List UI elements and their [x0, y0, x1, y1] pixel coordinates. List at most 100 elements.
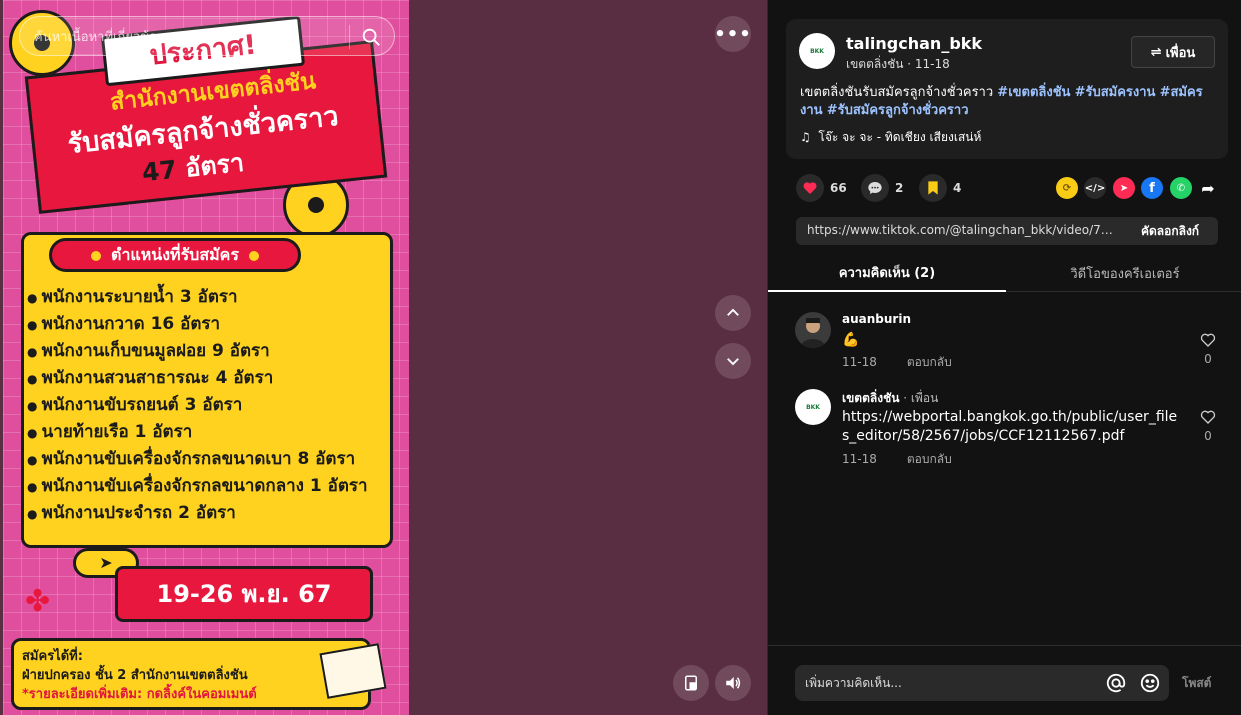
- author-username[interactable]: talingchan_bkk: [846, 34, 982, 53]
- comment-like-button[interactable]: [1199, 332, 1217, 352]
- heart-icon: [803, 182, 817, 194]
- comment-text: 💪: [842, 332, 860, 348]
- details-panel: BKK talingchan_bkk เขตตลิ่งชัน · 11-18 ⇌…: [767, 0, 1241, 715]
- save-button[interactable]: 4: [919, 173, 961, 203]
- comment-input[interactable]: [805, 673, 1095, 693]
- post-info-card: BKK talingchan_bkk เขตตลิ่งชัน · 11-18 ⇌…: [786, 19, 1228, 159]
- commenter-name[interactable]: เขตตลิ่งชัน · เพื่อน: [842, 389, 938, 408]
- video-frame: ประกาศ! สำนักงานเขตตลิ่งชัน รับสมัครลูกจ…: [3, 0, 409, 715]
- position-item: พนักงานสวนสาธารณะ 4 อัตรา: [27, 365, 368, 392]
- district-logo-icon: BKK: [806, 403, 820, 411]
- description-text: เขตตลิ่งชันรับสมัครลูกจ้างชั่วคราว: [800, 85, 998, 100]
- like-button[interactable]: 66: [796, 173, 847, 203]
- embed-icon[interactable]: </>: [1084, 177, 1106, 199]
- comment-meta: 11-18 ตอบกลับ: [842, 353, 952, 372]
- swap-icon: ⇌: [1150, 44, 1162, 60]
- sparkle-icon: ✤: [25, 584, 51, 619]
- comment-icon: [868, 182, 882, 194]
- comment-meta: 11-18 ตอบกลับ: [842, 450, 952, 469]
- friends-button[interactable]: ⇌ เพื่อน: [1131, 36, 1215, 68]
- position-item: พนักงานประจำรถ 2 อัตรา: [27, 500, 368, 527]
- district-logo-icon: BKK: [810, 47, 824, 55]
- reply-button[interactable]: ตอบกลับ: [907, 355, 952, 369]
- reply-button[interactable]: ตอบกลับ: [907, 452, 952, 466]
- like-count: 66: [830, 181, 847, 195]
- hashtag-link[interactable]: #รับสมัครลูกจ้างชั่วคราว: [827, 103, 969, 118]
- whatsapp-icon[interactable]: ✆: [1170, 177, 1192, 199]
- save-count: 4: [953, 181, 962, 195]
- count-unit: อัตรา: [183, 147, 246, 183]
- author-avatar[interactable]: BKK: [799, 33, 835, 69]
- commenter-avatar[interactable]: [795, 312, 831, 348]
- positions-list: พนักงานระบายน้ำ 3 อัตรา พนักงานกวาด 16 อ…: [27, 284, 368, 527]
- position-item: พนักงานกวาด 16 อัตรา: [27, 311, 368, 338]
- music-note-icon: ♫: [800, 130, 811, 144]
- pip-icon: [685, 675, 697, 691]
- post-description: เขตตลิ่งชันรับสมัครลูกจ้างชั่วคราว #เขตต…: [800, 84, 1220, 120]
- positions-header: ตำแหน่งที่รับสมัคร: [49, 238, 301, 272]
- tab-creator-videos[interactable]: วิดีโอของครีเอเตอร์: [1006, 255, 1241, 292]
- position-item: พนักงานขับเครื่องจักรกลขนาดกลาง 1 อัตรา: [27, 473, 368, 500]
- share-link-bar: https://www.tiktok.com/@talingchan_bkk/v…: [796, 217, 1218, 245]
- mention-icon[interactable]: [1105, 672, 1127, 694]
- hashtag-link[interactable]: #เขตตลิ่งชัน: [997, 85, 1070, 100]
- position-item: พนักงานขับเครื่องจักรกลขนาดเบา 8 อัตรา: [27, 446, 368, 473]
- facebook-icon[interactable]: f: [1141, 177, 1163, 199]
- video-player[interactable]: ประกาศ! สำนักงานเขตตลิ่งชัน รับสมัครลูกจ…: [0, 0, 767, 715]
- tiktok-video-page: ประกาศ! สำนักงานเขตตลิ่งชัน รับสมัครลูกจ…: [0, 0, 1241, 715]
- apply-place: ฝ่ายปกครอง ชั้น 2 สำนักงานเขตตลิ่งชัน: [22, 668, 248, 683]
- comment-date: 11-18: [842, 452, 877, 466]
- comment-count: 2: [895, 181, 904, 195]
- comment-item: auanburin 💪 11-18 ตอบกลับ 0: [795, 312, 1225, 372]
- tab-comments[interactable]: ความคิดเห็น (2): [768, 255, 1006, 292]
- position-item: พนักงานขับรถยนต์ 3 อัตรา: [27, 392, 368, 419]
- comment-like-count: 0: [1204, 429, 1212, 443]
- music-info[interactable]: ♫ โจ๊ะ จะ จะ - ทิดเชียง เสียงเสน่ห์: [800, 128, 981, 147]
- apply-box: สมัครได้ที่: ฝ่ายปกครอง ชั้น 2 สำนักงานเ…: [11, 638, 371, 710]
- tab-bar: ความคิดเห็น (2) วิดีโอของครีเอเตอร์: [768, 255, 1241, 292]
- comment-like-count: 0: [1204, 352, 1212, 366]
- friends-button-label: เพื่อน: [1165, 45, 1196, 61]
- volume-button[interactable]: [715, 665, 751, 701]
- comment-text[interactable]: https://webportal.bangkok.go.th/public/u…: [842, 408, 1182, 446]
- previous-video-button[interactable]: [715, 295, 751, 331]
- comment-item: BKK เขตตลิ่งชัน · เพื่อน https://webport…: [795, 389, 1225, 469]
- video-url[interactable]: https://www.tiktok.com/@talingchan_bkk/v…: [807, 223, 1119, 237]
- count-number: 47: [140, 154, 179, 188]
- note-paper-icon: [319, 643, 387, 699]
- emoji-icon[interactable]: [1139, 672, 1161, 694]
- repost-icon[interactable]: ⟳: [1056, 177, 1078, 199]
- author-subtitle: เขตตลิ่งชัน · 11-18: [846, 57, 950, 71]
- comment-input-box: [795, 665, 1169, 701]
- apply-title: สมัครได้ที่:: [22, 649, 83, 664]
- position-item: พนักงานระบายน้ำ 3 อัตรา: [27, 284, 368, 311]
- heart-outline-icon: [1200, 333, 1216, 347]
- chevron-up-icon: [727, 308, 739, 316]
- commenter-avatar[interactable]: BKK: [795, 389, 831, 425]
- bookmark-icon: [928, 181, 938, 195]
- action-bar: 66 2 4 ⟳ </> ➤ f ✆ ➦: [796, 173, 1226, 203]
- comment-composer: โพสต์: [768, 645, 1241, 715]
- search-icon[interactable]: [360, 26, 382, 48]
- comment-date: 11-18: [842, 355, 877, 369]
- volume-icon: [726, 677, 741, 689]
- picture-in-picture-button[interactable]: [673, 665, 709, 701]
- comment-like-button[interactable]: [1199, 409, 1217, 429]
- chevron-down-icon: [727, 358, 739, 366]
- apply-note: *รายละเอียดเพิ่มเติม: กดลิ้งค์ในคอมเมนต์: [22, 687, 257, 702]
- share-arrow-icon[interactable]: ➦: [1197, 177, 1219, 199]
- music-title: โจ๊ะ จะ จะ - ทิดเชียง เสียงเสน่ห์: [818, 130, 982, 144]
- copy-link-button[interactable]: คัดลอกลิงก์: [1122, 217, 1218, 245]
- search-divider: [349, 25, 350, 49]
- position-item: พนักงานเก็บขนมูลฝอย 9 อัตรา: [27, 338, 368, 365]
- position-item: นายท้ายเรือ 1 อัตรา: [27, 419, 368, 446]
- hashtag-link[interactable]: #รับสมัครงาน: [1075, 85, 1156, 100]
- next-video-button[interactable]: [715, 343, 751, 379]
- post-comment-button[interactable]: โพสต์: [1182, 674, 1211, 693]
- comment-button[interactable]: 2: [861, 173, 903, 203]
- search-input[interactable]: [34, 26, 354, 48]
- commenter-name[interactable]: auanburin: [842, 312, 911, 326]
- send-icon[interactable]: ➤: [1113, 177, 1135, 199]
- more-options-button[interactable]: •••: [714, 16, 751, 52]
- heart-outline-icon: [1200, 410, 1216, 424]
